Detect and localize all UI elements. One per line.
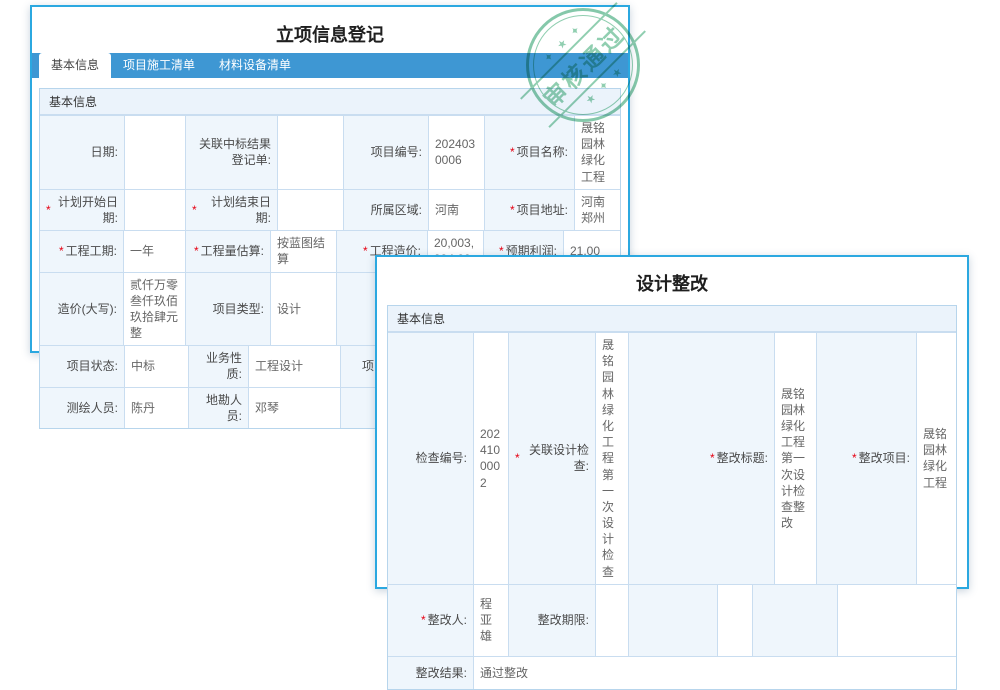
form-row: 检查编号: 2024100002 *关联设计检查: 晟铭园林绿化工程第一次设计检… [388,332,956,584]
field-value: 工程设计 [248,346,340,386]
field-label: *项目名称: [484,116,574,189]
field-value: 晟铭园林绿化工程第一次设计检查整改 [774,333,816,584]
page-title: 设计整改 [377,257,967,305]
field-value: 程亚雄 [473,585,508,656]
field-label: 检查编号: [388,333,473,584]
field-label: *关联设计检查: [508,333,595,584]
required-mark: * [510,144,515,160]
field-label: 造价(大写): [40,273,123,346]
field-label: 整改结果: [388,657,473,689]
field-value: 晟铭园林绿化工程第一次设计检查 [595,333,628,584]
form-row: *计划开始日期: *计划结束日期: 所属区域: 河南 *项目地址: 河南郑州 [40,189,620,230]
field-label: *计划结束日期: [185,190,277,230]
field-value [277,190,343,230]
tab-basic-info[interactable]: 基本信息 [39,53,111,78]
field-label: 业务性质: [188,346,248,386]
field-value: 晟铭园林绿化工程 [916,333,956,584]
required-mark: * [46,202,51,218]
required-mark: * [421,612,426,628]
page-title: 立项信息登记 [32,7,628,53]
field-value [124,116,185,189]
field-value: 按蓝图结算 [270,231,336,271]
design-rectification-window: 设计整改 基本信息 检查编号: 2024100002 *关联设计检查: 晟铭园林… [375,255,969,589]
field-value: 中标 [124,346,188,386]
tab-construction-list[interactable]: 项目施工清单 [111,53,207,78]
field-value [124,190,185,230]
field-label: *整改项目: [816,333,916,584]
required-mark: * [194,243,199,259]
form-row: 整改结果: 通过整改 [388,656,956,689]
field-label: 所属区域: [343,190,428,230]
field-label: 项目编号: [343,116,428,189]
basic-info-box: 基本信息 检查编号: 2024100002 *关联设计检查: 晟铭园林绿化工程第… [387,305,957,690]
tab-bar: 基本信息 项目施工清单 材料设备清单 [32,53,628,78]
required-mark: * [192,202,197,218]
field-value [837,585,956,656]
required-mark: * [510,202,515,218]
tab-material-equipment-list[interactable]: 材料设备清单 [207,53,303,78]
required-mark: * [59,243,64,259]
field-value: 邓琴 [248,388,340,428]
field-label: 测绘人员: [40,388,124,428]
field-value: 河南 [428,190,484,230]
required-mark: * [710,450,715,466]
form-row: 日期: 关联中标结果登记单: 项目编号: 2024030006 *项目名称: 晟… [40,115,620,189]
form-row: *整改人: 程亚雄 整改期限: [388,584,956,656]
field-value [595,585,628,656]
field-label: 地勘人员: [188,388,248,428]
field-value: 河南郑州 [574,190,620,230]
field-label: 项目类型: [185,273,270,346]
field-label: *计划开始日期: [40,190,124,230]
section-header: 基本信息 [40,89,620,115]
field-value: 2024030006 [428,116,484,189]
field-label: 整改期限: [508,585,595,656]
field-value: 贰仟万零叁仟玖佰玖拾肆元整 [123,273,185,346]
field-label: 项目状态: [40,346,124,386]
required-mark: * [363,243,368,259]
field-value [277,116,343,189]
field-label [752,585,837,656]
field-label: *项目地址: [484,190,574,230]
field-value: 晟铭园林绿化工程 [574,116,620,189]
field-label: *工程量估算: [185,231,270,271]
field-label: *整改人: [388,585,473,656]
required-mark: * [515,450,520,466]
section-header: 基本信息 [388,306,956,332]
field-value: 2024100002 [473,333,508,584]
field-label: 日期: [40,116,124,189]
field-value: 一年 [123,231,185,271]
field-value: 陈丹 [124,388,188,428]
field-label: 关联中标结果登记单: [185,116,277,189]
field-value: 设计 [270,273,336,346]
field-value: 通过整改 [473,657,956,689]
field-label: *工程工期: [40,231,123,271]
field-label [628,585,717,656]
required-mark: * [852,450,857,466]
field-value [717,585,752,656]
field-label: *整改标题: [628,333,774,584]
